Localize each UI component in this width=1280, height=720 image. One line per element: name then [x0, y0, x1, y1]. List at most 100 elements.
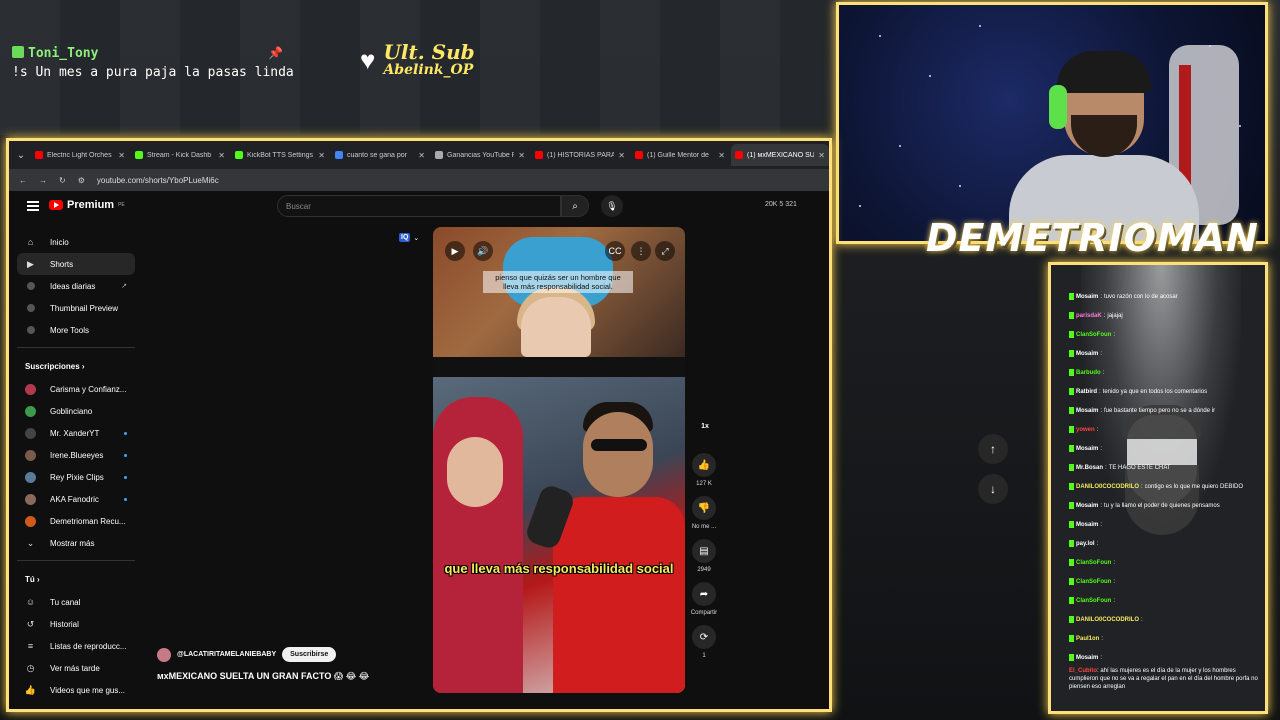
browser-tab[interactable]: KickBot TTS Settings ✕ — [231, 144, 329, 166]
avatar — [25, 493, 36, 505]
search-icon[interactable]: ⌕ — [561, 195, 589, 217]
remix-button[interactable]: ⟳ 1 — [689, 625, 719, 659]
you-item[interactable]: ☺ Tu canal — [17, 591, 135, 613]
streamer-image — [999, 45, 1199, 241]
browser-tab[interactable]: (1) Guille Mentor de ✕ — [631, 144, 729, 166]
volume-icon[interactable]: 🔊 — [473, 241, 493, 261]
chat-message: Mosaim: — [1069, 344, 1265, 363]
short-title[interactable]: ᴍxMEXICANO SUELTA UN GRAN FACTO 😱 😂 😂 — [157, 671, 369, 682]
last-sub-title: Ult. Sub — [383, 40, 475, 64]
subscribe-button[interactable]: Suscribirse — [282, 647, 337, 662]
share-button[interactable]: ➦ Compartir — [689, 582, 719, 616]
playback-speed[interactable]: 1x — [697, 423, 713, 443]
browser-tab[interactable]: cuanto se gana por ✕ — [331, 144, 429, 166]
subscription-item[interactable]: AKA Fanodric — [17, 488, 135, 510]
browser-tab[interactable]: Electric Light Orches ✕ — [31, 144, 129, 166]
search-input[interactable]: Buscar — [277, 195, 561, 217]
browser-tab[interactable]: Ganancias YouTube P ✕ — [431, 144, 529, 166]
subscription-item[interactable]: Demetrioman Recu... — [17, 510, 135, 532]
shorts-player[interactable]: pienso que quizás ser un hombre que llev… — [433, 227, 685, 693]
webcam-frame — [836, 2, 1268, 244]
play-icon[interactable]: ▶ — [445, 241, 465, 261]
dislike-button[interactable]: 👎 No me ... — [689, 496, 719, 530]
subscription-item[interactable]: Goblinciano — [17, 400, 135, 422]
like-button[interactable]: 👍 127 K — [689, 453, 719, 487]
browser-tab[interactable]: (1) ᴍxMEXICANO SU ✕ — [731, 144, 829, 166]
favicon-icon — [235, 151, 243, 159]
back-icon[interactable]: ← — [19, 176, 27, 185]
avatar — [25, 405, 36, 417]
extension-badge[interactable]: IQ ⌄ — [399, 233, 419, 242]
chat-badge-icon — [1069, 597, 1074, 604]
chat-badge-icon — [1069, 616, 1074, 623]
subscription-item[interactable]: Irene.Blueeyes — [17, 444, 135, 466]
you-item[interactable]: ◷ Ver más tarde — [17, 657, 135, 679]
youtube-header: Premium PE Buscar ⌕ 🎙 20K 5 321 — [9, 191, 829, 223]
browser-tab[interactable]: (1) HISTORIAS PARA ✕ — [531, 144, 629, 166]
favicon-icon — [135, 151, 143, 159]
microphone-icon[interactable]: 🎙 — [601, 195, 623, 217]
you-heading[interactable]: Tú › — [17, 567, 135, 591]
divider — [17, 347, 135, 348]
tab-search-icon[interactable]: ⌄ — [13, 146, 29, 164]
youtube-play-icon — [49, 200, 63, 210]
chevron-down-icon: ⌄ — [26, 537, 35, 548]
subscription-item[interactable]: Carisma y Confianz... — [17, 378, 135, 400]
show-more-button[interactable]: ⌄ Mostrar más — [17, 532, 135, 554]
sidebar-item-shorts[interactable]: ▶ Shorts — [17, 253, 135, 275]
subscription-item[interactable]: Rey Pixie Clips — [17, 466, 135, 488]
home-icon: ⌂ — [27, 237, 34, 247]
you-item[interactable]: 👍 Videos que me gus... — [17, 679, 135, 701]
avatar — [25, 427, 36, 439]
captions-icon[interactable]: CC — [605, 241, 625, 261]
comments-button[interactable]: ▤ 2949 — [689, 539, 719, 573]
chat-badge-icon — [1069, 312, 1074, 319]
top-clip-caption: pienso que quizás ser un hombre que llev… — [483, 271, 633, 293]
sidebar-item-more-tools[interactable]: More Tools — [17, 319, 135, 341]
channel-avatar[interactable] — [157, 647, 171, 662]
chat-badge-icon — [1069, 388, 1074, 395]
pin-icon: 📌 — [268, 46, 283, 60]
chat-message: Ratbird: tenido ya que en todos los come… — [1069, 382, 1265, 401]
chat-badge-icon — [1069, 464, 1074, 471]
close-icon[interactable]: ✕ — [218, 151, 225, 160]
sidebar-item-thumbnail-preview[interactable]: Thumbnail Preview — [17, 297, 135, 319]
favicon-icon — [735, 151, 743, 159]
chat-message: pay.lol: — [1069, 534, 1265, 553]
close-icon[interactable]: ✕ — [518, 151, 525, 160]
more-icon[interactable]: ⋮ — [631, 241, 651, 261]
next-short-button[interactable]: ↓ — [978, 474, 1008, 504]
you-item[interactable]: ↺ Historial — [17, 613, 135, 635]
subscription-item[interactable]: Mr. XanderYT — [17, 422, 135, 444]
close-icon[interactable]: ✕ — [118, 151, 125, 160]
reload-icon[interactable]: ↻ — [59, 176, 66, 185]
menu-icon[interactable] — [27, 201, 39, 211]
site-info-icon[interactable]: ⚙ — [78, 176, 85, 185]
new-content-dot — [124, 453, 127, 457]
url-field[interactable]: youtube.com/shorts/YboPLueMi6c — [97, 176, 219, 185]
sidebar-item-inicio[interactable]: ⌂ Inicio — [17, 231, 135, 253]
share-icon: ➦ — [692, 582, 716, 606]
channel-name[interactable]: @LACATIRITAMELANIEBABY — [177, 651, 276, 658]
favicon-icon — [35, 151, 43, 159]
favicon-icon — [535, 151, 543, 159]
you-item[interactable]: ▶ Mis videos — [17, 701, 135, 710]
streamer-name: DEMETRIOMAN — [926, 216, 1259, 260]
close-icon[interactable]: ✕ — [318, 151, 325, 160]
you-item[interactable]: ≡ Listas de reproducc... — [17, 635, 135, 657]
youtube-logo[interactable]: Premium PE — [49, 199, 125, 211]
subscriptions-heading[interactable]: Suscripciones › — [17, 354, 135, 378]
previous-short-button[interactable]: ↑ — [978, 434, 1008, 464]
close-icon[interactable]: ✕ — [718, 151, 725, 160]
chat-message: ClanSoFoun: — [1069, 553, 1265, 572]
overlay-chat-user: Toni_Tony — [28, 46, 99, 61]
chat-message: Mosaim: fue bastante tiempo pero no se a… — [1069, 401, 1265, 420]
forward-icon[interactable]: → — [39, 176, 47, 185]
close-icon[interactable]: ✕ — [818, 151, 825, 160]
fullscreen-icon[interactable]: ⤢ — [655, 241, 675, 261]
favicon-icon — [335, 151, 343, 159]
sidebar-item-ideas-diarias[interactable]: Ideas diarias ↗ — [17, 275, 135, 297]
close-icon[interactable]: ✕ — [418, 151, 425, 160]
browser-tab[interactable]: Stream - Kick Dashb ✕ — [131, 144, 229, 166]
close-icon[interactable]: ✕ — [618, 151, 625, 160]
